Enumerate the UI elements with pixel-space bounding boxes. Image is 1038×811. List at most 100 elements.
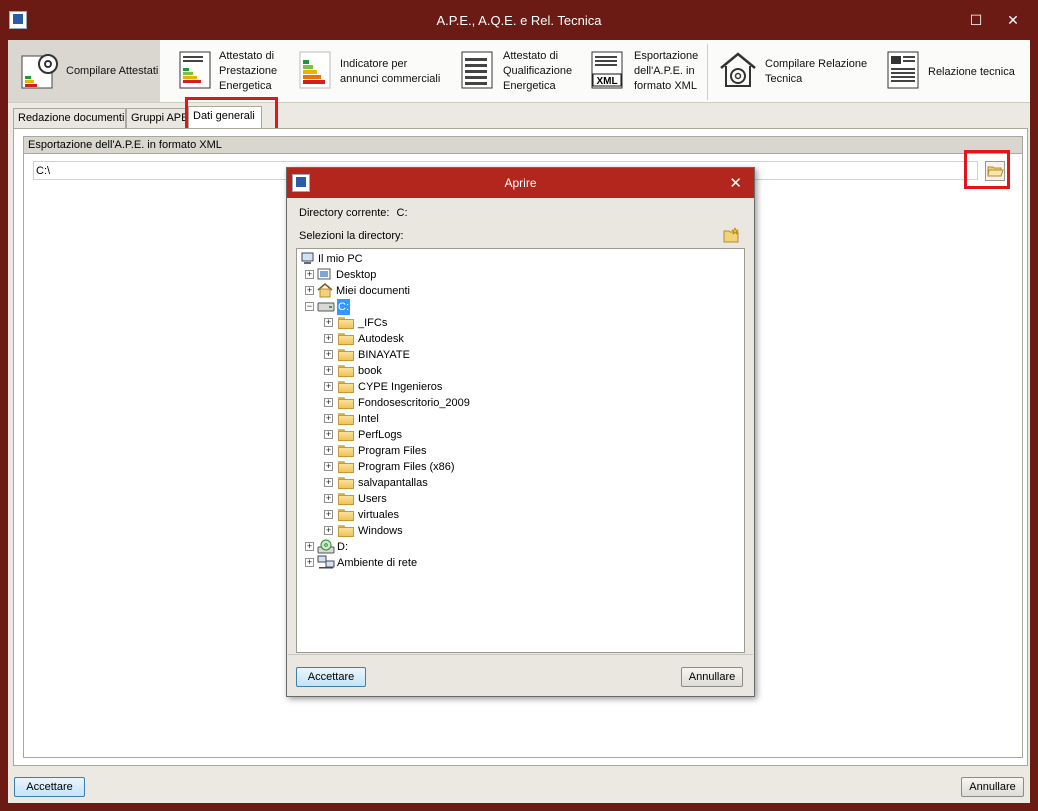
expand-plus-icon[interactable]: + bbox=[324, 398, 333, 407]
current-directory-value: C: bbox=[396, 207, 408, 219]
ribbon-separator bbox=[707, 44, 708, 100]
energy-document-icon bbox=[179, 51, 211, 89]
accept-button[interactable]: Accettare bbox=[14, 777, 85, 797]
folder-icon bbox=[338, 445, 354, 457]
expand-plus-icon[interactable]: + bbox=[305, 542, 314, 551]
tree-node-label: Users bbox=[358, 493, 387, 505]
tree-node-label: BINAYATE bbox=[358, 349, 410, 361]
xml-export-button[interactable]: XML Esportazione dell'A.P.E. in formato … bbox=[586, 40, 704, 102]
tree-node-label: Autodesk bbox=[358, 333, 404, 345]
tree-node-label: Il mio PC bbox=[318, 253, 363, 265]
tree-node-label: _IFCs bbox=[358, 317, 388, 329]
folder-icon bbox=[338, 413, 354, 425]
expand-plus-icon[interactable]: + bbox=[324, 350, 333, 359]
cancel-button[interactable]: Annullare bbox=[961, 777, 1024, 797]
expand-plus-icon[interactable]: + bbox=[324, 526, 333, 535]
select-directory-label: Selezioni la directory: bbox=[299, 230, 404, 242]
expand-plus-icon[interactable]: + bbox=[324, 366, 333, 375]
tree-node-label: CYPE Ingenieros bbox=[358, 381, 443, 393]
compile-technical-report-button[interactable]: Compilare Relazione Tecnica bbox=[710, 40, 870, 102]
energy-performance-certificate-button[interactable]: Attestato di Prestazione Energetica bbox=[172, 40, 290, 102]
folder-icon bbox=[338, 461, 354, 473]
folder-icon bbox=[338, 333, 354, 345]
tab-ape-groups[interactable]: Gruppi APE bbox=[126, 108, 188, 128]
house-gear-icon bbox=[720, 52, 756, 87]
computer-icon bbox=[301, 252, 314, 264]
expand-plus-icon[interactable]: + bbox=[324, 446, 333, 455]
tree-node-label-selected: C: bbox=[337, 299, 350, 315]
expand-plus-icon[interactable]: + bbox=[324, 318, 333, 327]
dialog-cancel-button[interactable]: Annullare bbox=[681, 667, 743, 687]
group-title: Esportazione dell'A.P.E. in formato XML bbox=[24, 137, 1022, 154]
tree-node-label: PerfLogs bbox=[358, 429, 403, 441]
tree-node-label: Ambiente di rete bbox=[337, 557, 418, 569]
technical-report-button[interactable]: Relazione tecnica bbox=[880, 40, 1020, 102]
ribbon-label: Attestato di Prestazione Energetica bbox=[219, 50, 278, 92]
tree-node-label: salvapantallas bbox=[358, 477, 428, 489]
energy-label-icon bbox=[299, 51, 331, 89]
energy-qualification-certificate-button[interactable]: Attestato di Qualificazione Energetica bbox=[456, 40, 576, 102]
expand-plus-icon[interactable]: + bbox=[324, 382, 333, 391]
tree-node-label: virtuales bbox=[358, 509, 399, 521]
tree-node-label: Program Files (x86) bbox=[358, 461, 455, 473]
directory-tree[interactable]: Il mio PC + Desktop + Miei documenti − C… bbox=[296, 248, 745, 653]
expand-plus-icon[interactable]: + bbox=[324, 478, 333, 487]
home-folder-icon bbox=[317, 283, 333, 298]
current-directory-caption: Directory corrente: bbox=[299, 207, 390, 219]
main-window: A.P.E., A.Q.E. e Rel. Tecnica ☐ ✕ Compil… bbox=[0, 0, 1038, 811]
tree-node-label: book bbox=[358, 365, 382, 377]
ribbon-label: Relazione tecnica bbox=[928, 66, 1015, 78]
ribbon-label: Indicatore per annunci commerciali bbox=[340, 58, 441, 85]
report-document-icon bbox=[887, 51, 919, 89]
hard-drive-icon bbox=[317, 302, 335, 312]
expand-plus-icon[interactable]: + bbox=[324, 510, 333, 519]
close-button[interactable]: ✕ bbox=[1003, 10, 1023, 30]
desktop-icon bbox=[317, 268, 331, 280]
tree-node-label: D: bbox=[337, 541, 348, 553]
dialog-accept-button[interactable]: Accettare bbox=[296, 667, 366, 687]
folder-icon bbox=[338, 349, 354, 361]
ribbon-toolbar: Compilare Attestati Attestato di Prestaz… bbox=[8, 40, 1030, 103]
expand-plus-icon[interactable]: + bbox=[324, 494, 333, 503]
cd-drive-icon bbox=[317, 539, 335, 554]
expand-plus-icon[interactable]: + bbox=[324, 414, 333, 423]
maximize-button[interactable]: ☐ bbox=[966, 10, 986, 30]
open-directory-dialog: Aprire ✕ Directory corrente: C: Selezion… bbox=[286, 167, 755, 697]
folder-icon bbox=[338, 477, 354, 489]
tree-node-label: Fondosescritorio_2009 bbox=[358, 397, 470, 409]
folder-icon bbox=[338, 397, 354, 409]
folder-icon bbox=[338, 493, 354, 505]
expand-plus-icon[interactable]: + bbox=[305, 558, 314, 567]
title-bar: A.P.E., A.Q.E. e Rel. Tecnica ☐ ✕ bbox=[0, 0, 1038, 40]
expand-plus-icon[interactable]: + bbox=[324, 430, 333, 439]
xml-badge-text: XML bbox=[596, 76, 617, 87]
tab-document-drafting[interactable]: Redazione documenti bbox=[13, 108, 126, 128]
document-lines-icon bbox=[461, 51, 493, 89]
tree-node-label: Program Files bbox=[358, 445, 427, 457]
highlight-box-browse bbox=[964, 150, 1010, 189]
tree-node-label: Miei documenti bbox=[336, 285, 410, 297]
dialog-close-icon[interactable]: ✕ bbox=[729, 174, 742, 192]
new-folder-button[interactable] bbox=[723, 227, 741, 243]
ribbon-label: Esportazione dell'A.P.E. in formato XML bbox=[634, 50, 699, 92]
dialog-title-bar: Aprire ✕ bbox=[287, 168, 754, 198]
expand-plus-icon[interactable]: + bbox=[324, 334, 333, 343]
folder-icon bbox=[338, 317, 354, 329]
network-icon bbox=[317, 555, 335, 569]
collapse-minus-icon[interactable]: − bbox=[305, 302, 314, 311]
folder-icon bbox=[338, 365, 354, 377]
dialog-title: Aprire bbox=[504, 176, 537, 190]
folder-icon bbox=[338, 509, 354, 521]
folder-icon bbox=[338, 525, 354, 537]
folder-icon bbox=[338, 381, 354, 393]
ribbon-label: Compilare Relazione Tecnica bbox=[765, 58, 868, 85]
expand-plus-icon[interactable]: + bbox=[324, 462, 333, 471]
expand-plus-icon[interactable]: + bbox=[305, 286, 314, 295]
commercial-indicator-button[interactable]: Indicatore per annunci commerciali bbox=[296, 40, 446, 102]
ribbon-label: Attestato di Qualificazione Energetica bbox=[503, 50, 573, 92]
current-directory-label: Directory corrente: C: bbox=[299, 207, 408, 219]
expand-plus-icon[interactable]: + bbox=[305, 270, 314, 279]
dialog-separator bbox=[288, 654, 753, 655]
tree-node-label: Desktop bbox=[336, 269, 377, 281]
compile-certificates-button[interactable]: Compilare Attestati bbox=[8, 40, 160, 102]
